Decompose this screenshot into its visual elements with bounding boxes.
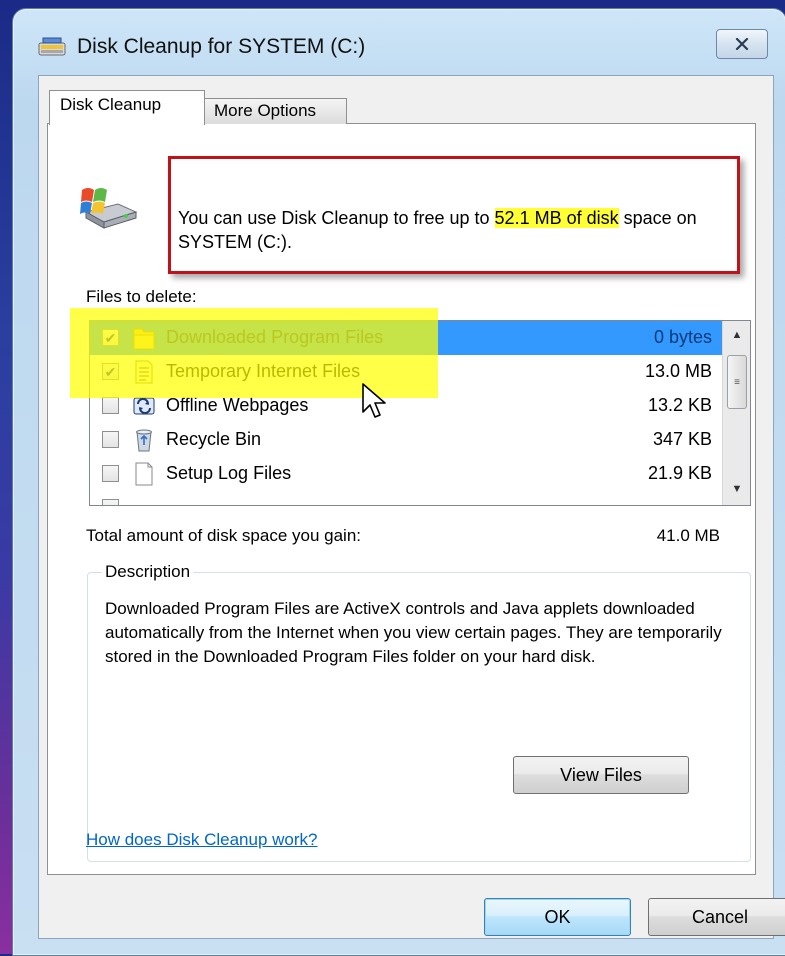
- list-item[interactable]: ✔ Temporary Internet Files 13.0 MB: [90, 355, 722, 389]
- tab-disk-cleanup[interactable]: Disk Cleanup: [49, 90, 205, 125]
- checkbox-downloaded-program-files[interactable]: ✔: [102, 329, 119, 346]
- file-category-size: 21.9 KB: [647, 463, 712, 483]
- title-bar[interactable]: Disk Cleanup for SYSTEM (C:): [13, 9, 785, 75]
- dialog-client-area: Disk Cleanup More Options You can use Di…: [38, 75, 785, 939]
- file-category-name: Downloaded Program Files: [166, 327, 384, 347]
- total-space-value: 41.0 MB: [656, 526, 720, 545]
- view-files-button[interactable]: View Files: [513, 756, 689, 794]
- mouse-cursor-icon: [362, 383, 386, 418]
- list-item[interactable]: Recycle Bin 347 KB: [90, 423, 722, 457]
- file-icon: [135, 462, 153, 486]
- list-scrollbar[interactable]: ▲ ≡ ▼: [722, 321, 750, 505]
- folder-icon: [133, 328, 155, 350]
- info-text-before: You can use Disk Cleanup to free up to: [178, 208, 495, 228]
- disk-cleanup-app-icon: [38, 37, 66, 56]
- checkbox-offline-webpages[interactable]: [102, 397, 119, 414]
- file-category-name: Temporary Internet Files: [166, 361, 361, 381]
- document-icon: [135, 360, 153, 384]
- scroll-down-icon[interactable]: ▼: [725, 477, 749, 501]
- description-legend: Description: [102, 562, 194, 582]
- list-item[interactable]: Offline Webpages 13.2 KB: [90, 389, 722, 423]
- close-icon: [735, 38, 749, 50]
- file-category-name: Offline Webpages: [166, 395, 309, 415]
- total-space-label: Total amount of disk space you gain:: [86, 526, 361, 545]
- file-category-size: 13.2 KB: [647, 395, 712, 415]
- files-to-delete-label: Files to delete:: [86, 287, 197, 306]
- window-title: Disk Cleanup for SYSTEM (C:): [77, 35, 366, 58]
- tab-more-options[interactable]: More Options: [203, 98, 347, 124]
- cancel-button[interactable]: Cancel: [648, 898, 785, 936]
- file-category-size: 347 KB: [652, 429, 712, 449]
- checkbox-partial[interactable]: [102, 499, 119, 505]
- scroll-up-icon[interactable]: ▲: [725, 323, 749, 347]
- checkbox-setup-log-files[interactable]: [102, 465, 119, 482]
- scroll-thumb[interactable]: ≡: [727, 355, 747, 409]
- list-item[interactable]: ✔ Downloaded Program Files 0 bytes: [90, 321, 722, 355]
- disk-cleanup-window: Disk Cleanup for SYSTEM (C:) Disk Cleanu…: [12, 8, 785, 956]
- list-item[interactable]: Setup Log Files 21.9 KB: [90, 457, 722, 491]
- recycle-bin-icon: [136, 429, 152, 452]
- free-space-message: You can use Disk Cleanup to free up to 5…: [178, 206, 738, 254]
- description-text: Downloaded Program Files are ActiveX con…: [105, 599, 722, 666]
- description-group: Description Downloaded Program Files are…: [87, 562, 751, 862]
- offline-webpages-icon: [133, 397, 155, 415]
- info-highlight-amount: 52.1 MB of disk: [494, 208, 619, 228]
- file-category-size: 13.0 MB: [644, 361, 712, 381]
- file-category-name: Setup Log Files: [166, 463, 292, 483]
- ok-button[interactable]: OK: [484, 898, 631, 936]
- disk-cleanup-tab-panel: You can use Disk Cleanup to free up to 5…: [47, 123, 756, 875]
- file-category-name: Recycle Bin: [166, 429, 262, 449]
- checkbox-recycle-bin[interactable]: [102, 431, 119, 448]
- file-category-size: 0 bytes: [653, 327, 712, 347]
- close-button[interactable]: [716, 29, 768, 59]
- list-item-partial[interactable]: [90, 491, 722, 505]
- drive-cleanup-icon: [80, 188, 138, 229]
- files-to-delete-list[interactable]: ✔ Downloaded Program Files 0 bytes ✔ Tem…: [89, 320, 751, 506]
- how-does-disk-cleanup-work-link[interactable]: How does Disk Cleanup work?: [86, 830, 318, 850]
- checkbox-temporary-internet-files[interactable]: ✔: [102, 363, 119, 380]
